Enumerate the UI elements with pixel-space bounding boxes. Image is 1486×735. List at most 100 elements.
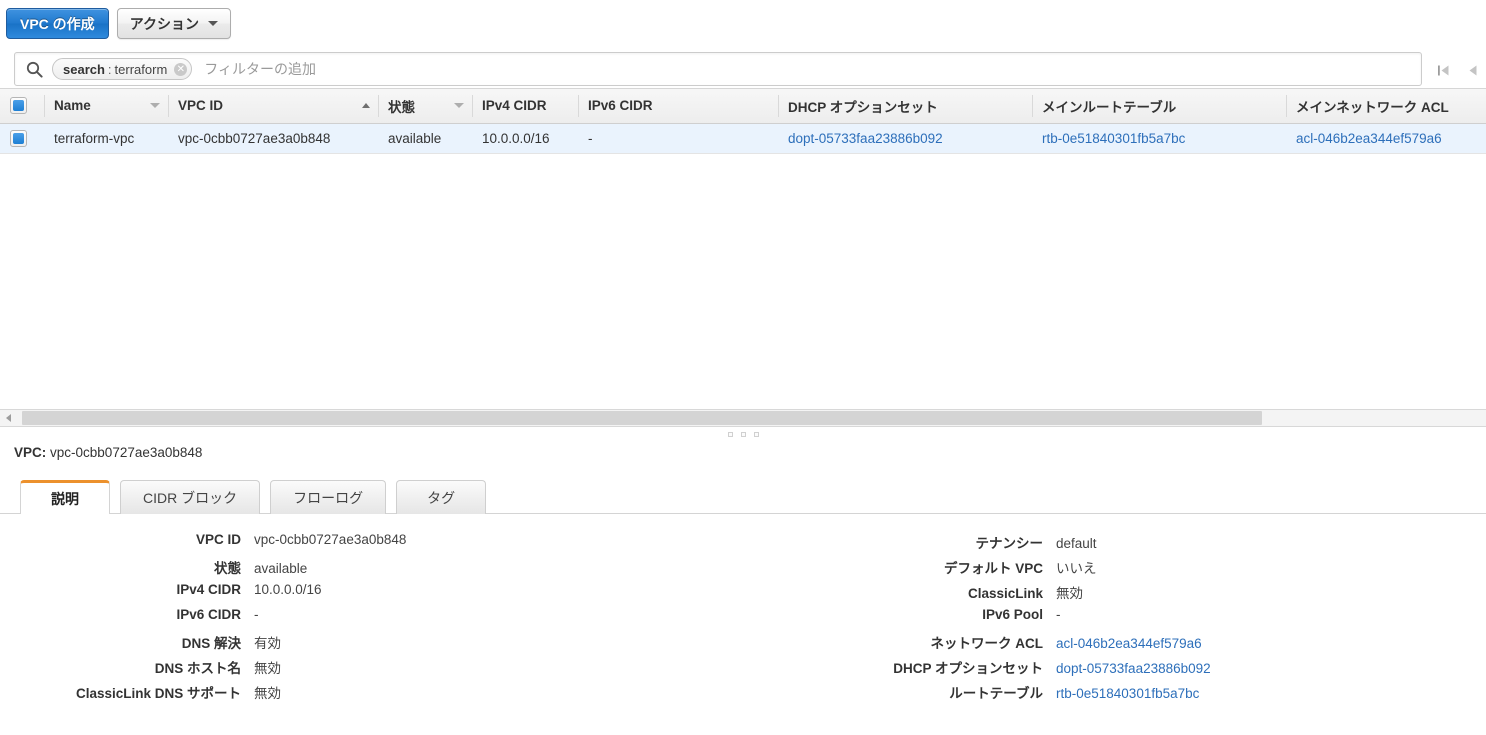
detail-label-network-acl: ネットワーク ACL [930,636,1044,651]
column-header-dhcp-option-set-label: DHCP オプションセット [788,99,938,115]
detail-value-ipv6-pool: - [1056,607,1061,622]
detail-tabs: 説明 CIDR ブロック フローログ タグ [0,478,1486,515]
detail-field-dns-hostnames: DNS ホスト名 無効 [0,657,743,682]
search-icon [26,61,43,78]
detail-value-tenancy: default [1056,536,1097,551]
scroll-left-arrow-icon[interactable] [0,410,16,426]
splitter-grip-icon[interactable] [727,431,759,437]
detail-field-dns-resolution: DNS 解決 有効 [0,632,743,657]
chevron-down-icon[interactable] [454,103,464,109]
filter-bar: search : terraform ✕ フィルターの追加 [0,52,1486,88]
detail-field-classiclink-dns-support: ClassicLink DNS サポート 無効 [0,682,743,707]
cell-main-network-acl: acl-046b2ea344ef579a6 [1286,123,1486,154]
detail-label-classiclink: ClassicLink [967,586,1043,601]
detail-field-ipv4-cidr: IPv4 CIDR 10.0.0.0/16 [0,582,743,607]
link-main-network-acl[interactable]: acl-046b2ea344ef579a6 [1296,131,1442,146]
detail-label-vpc-id: VPC ID [195,532,241,547]
table-header-row: Name VPC ID 状態 IPv4 CIDR IPv6 CIDR DHCP … [0,89,1486,124]
detail-label-state: 状態 [214,561,241,576]
filter-token-search[interactable]: search : terraform ✕ [52,58,193,80]
detail-label-ipv4-cidr: IPv4 CIDR [176,582,241,597]
detail-panel-title: VPC: vpc-0cbb0727ae3a0b848 [0,441,1486,460]
column-header-ipv4-cidr-label: IPv4 CIDR [482,98,547,114]
sort-ascending-icon[interactable] [362,103,370,109]
cell-vpc-id: vpc-0cbb0727ae3a0b848 [168,123,378,154]
detail-label-default-vpc: デフォルト VPC [943,561,1043,576]
detail-label-ipv6-pool: IPv6 Pool [982,607,1043,622]
detail-left-column: VPC ID vpc-0cbb0727ae3a0b848 状態 availabl… [0,532,743,707]
column-header-main-route-table-label: メインルートテーブル [1042,99,1177,115]
detail-field-ipv6-cidr: IPv6 CIDR - [0,607,743,632]
tab-cidr-blocks[interactable]: CIDR ブロック [120,480,261,514]
create-vpc-button[interactable]: VPC の作成 [6,8,109,39]
detail-value-route-table: rtb-0e51840301fb5a7bc [1056,686,1199,701]
column-header-name[interactable]: Name [44,89,168,124]
page-prev-icon[interactable] [1465,63,1480,78]
column-header-main-network-acl-label: メインネットワーク ACL [1296,99,1449,115]
cell-ipv4-cidr: 10.0.0.0/16 [472,123,578,154]
detail-label-tenancy: テナンシー [975,536,1044,551]
detail-link-route-table[interactable]: rtb-0e51840301fb5a7bc [1056,686,1199,701]
column-header-main-route-table[interactable]: メインルートテーブル [1032,89,1286,124]
filter-token-separator: : [107,61,112,77]
horizontal-scrollbar[interactable] [0,409,1486,427]
detail-value-state: available [254,561,308,576]
select-all-checkbox[interactable] [10,97,27,115]
row-select-cell[interactable] [0,123,44,154]
detail-field-route-table: ルートテーブル rtb-0e51840301fb5a7bc [743,682,1486,707]
detail-label-dhcp-option-set: DHCP オプションセット [893,661,1043,676]
detail-value-vpc-id: vpc-0cbb0727ae3a0b848 [254,532,407,547]
detail-value-dns-resolution: 有効 [254,636,281,651]
detail-field-classiclink: ClassicLink 無効 [743,582,1486,607]
panel-splitter[interactable] [0,427,1486,441]
detail-label-classiclink-dns-support: ClassicLink DNS サポート [75,686,241,701]
column-header-ipv6-cidr-label: IPv6 CIDR [588,98,653,114]
detail-field-tenancy: テナンシー default [743,532,1486,557]
actions-button[interactable]: アクション [116,8,231,39]
column-header-ipv4-cidr[interactable]: IPv4 CIDR [472,89,578,124]
column-header-state[interactable]: 状態 [378,89,472,124]
chevron-down-icon[interactable] [150,103,160,109]
detail-label-dns-resolution: DNS 解決 [181,636,241,651]
tab-flow-logs[interactable]: フローログ [270,480,387,514]
detail-value-default-vpc: いいえ [1056,561,1097,576]
clear-token-icon[interactable]: ✕ [174,62,188,76]
page-first-icon[interactable] [1436,63,1451,78]
search-input[interactable]: search : terraform ✕ フィルターの追加 [14,52,1422,86]
select-all-header[interactable] [0,89,44,124]
detail-panel-body: VPC ID vpc-0cbb0727ae3a0b848 状態 availabl… [0,514,1486,707]
detail-value-classiclink: 無効 [1056,586,1083,601]
column-header-dhcp-option-set[interactable]: DHCP オプションセット [778,89,1032,124]
tab-description[interactable]: 説明 [20,480,110,515]
column-header-main-network-acl[interactable]: メインネットワーク ACL [1286,89,1486,124]
column-header-vpc-id[interactable]: VPC ID [168,89,378,124]
link-dhcp-option-set[interactable]: dopt-05733faa23886b092 [788,131,943,146]
detail-field-state: 状態 available [0,557,743,582]
caret-down-icon [208,21,218,26]
column-header-ipv6-cidr[interactable]: IPv6 CIDR [578,89,778,124]
cell-name: terraform-vpc [44,123,168,154]
vpc-table: Name VPC ID 状態 IPv4 CIDR IPv6 CIDR DHCP … [0,89,1486,154]
detail-field-vpc-id: VPC ID vpc-0cbb0727ae3a0b848 [0,532,743,557]
detail-label-route-table: ルートテーブル [949,686,1043,701]
detail-right-column: テナンシー default デフォルト VPC いいえ ClassicLink … [743,532,1486,707]
detail-title-label: VPC: [14,445,47,460]
toolbar: VPC の作成 アクション [0,0,1486,52]
pagination-controls [1422,52,1486,88]
column-header-vpc-id-label: VPC ID [178,98,224,114]
detail-value-ipv4-cidr: 10.0.0.0/16 [254,582,322,597]
link-main-route-table[interactable]: rtb-0e51840301fb5a7bc [1042,131,1185,146]
detail-label-dns-hostnames: DNS ホスト名 [154,661,241,676]
table-row[interactable]: terraform-vpc vpc-0cbb0727ae3a0b848 avai… [0,123,1486,154]
row-checkbox[interactable] [10,129,27,147]
filter-placeholder-text: フィルターの追加 [204,61,317,77]
detail-link-dhcp-option-set[interactable]: dopt-05733faa23886b092 [1056,661,1211,676]
detail-value-network-acl: acl-046b2ea344ef579a6 [1056,636,1202,651]
horizontal-scroll-thumb[interactable] [22,411,1262,425]
detail-title-value: vpc-0cbb0727ae3a0b848 [50,445,203,460]
detail-value-dhcp-option-set: dopt-05733faa23886b092 [1056,661,1211,676]
tab-tags[interactable]: タグ [396,480,487,514]
cell-ipv6-cidr: - [578,123,778,154]
detail-link-network-acl[interactable]: acl-046b2ea344ef579a6 [1056,636,1202,651]
detail-field-ipv6-pool: IPv6 Pool - [743,607,1486,632]
